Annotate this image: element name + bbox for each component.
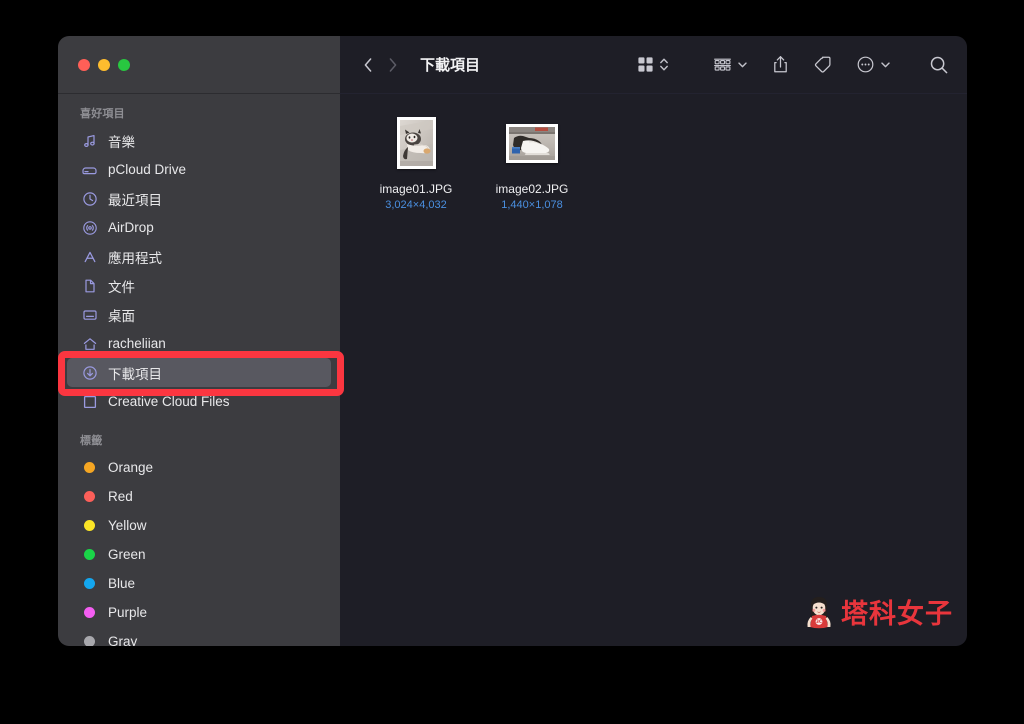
file-dimensions: 1,440×1,078 xyxy=(501,199,563,211)
file-grid[interactable]: image01.JPG 3,024×4,032 image02.JPG 1,44… xyxy=(340,94,967,646)
screenshot-root: 喜好項目 音樂 pCloud Drive 最近項目 AirDrop 應用程式 文… xyxy=(0,0,1024,724)
minimize-window-button[interactable] xyxy=(98,58,110,71)
sidebar-item-recents[interactable]: 最近項目 xyxy=(67,184,331,213)
sidebar-tag-green[interactable]: Green xyxy=(67,540,331,569)
tag-color-dot xyxy=(84,607,95,618)
sidebar-item-label: 音樂 xyxy=(108,134,135,150)
sidebar-tag-label: Red xyxy=(108,489,133,504)
sidebar-item-applications[interactable]: 應用程式 xyxy=(67,242,331,271)
view-mode-control[interactable] xyxy=(637,56,669,73)
sidebar-item-desktop[interactable]: 桌面 xyxy=(67,300,331,329)
thumbnail-wrapper xyxy=(396,112,436,174)
more-actions-control[interactable] xyxy=(856,55,891,74)
sidebar-item-label: 下載項目 xyxy=(108,366,162,382)
tags-section-header: 標籤 xyxy=(80,435,103,447)
cat-photo-thumbnail xyxy=(396,117,436,169)
tag-color-dot xyxy=(84,578,95,589)
file-item[interactable]: image01.JPG 3,024×4,032 xyxy=(358,108,474,212)
desktop-icon xyxy=(80,305,99,324)
cat-photo-image xyxy=(399,120,433,166)
folder-title: 下載項目 xyxy=(420,57,481,74)
watermark-avatar-icon: 3C xyxy=(801,594,837,634)
sidebar-item-label: racheliian xyxy=(108,336,166,351)
sidebar-tag-yellow[interactable]: Yellow xyxy=(67,511,331,540)
sidebar-tag-label: Green xyxy=(108,547,146,562)
sidebar-item-label: Creative Cloud Files xyxy=(108,394,230,409)
external-drive-icon xyxy=(80,160,99,179)
sidebar-scroll-area[interactable]: 喜好項目 音樂 pCloud Drive 最近項目 AirDrop 應用程式 文… xyxy=(58,94,340,646)
file-dimensions: 3,024×4,032 xyxy=(385,199,447,211)
sidebar-tag-gray[interactable]: Gray xyxy=(67,627,331,646)
navigation-arrows xyxy=(362,56,399,74)
sidebar-item-creative-cloud-files[interactable]: Creative Cloud Files xyxy=(67,387,331,416)
forward-button[interactable] xyxy=(386,56,399,74)
group-by-control[interactable] xyxy=(713,56,748,73)
tag-color-dot xyxy=(84,636,95,646)
sidebar-item-label: 桌面 xyxy=(108,308,135,324)
share-icon[interactable] xyxy=(772,55,789,74)
view-stepper-icon[interactable] xyxy=(659,56,669,73)
document-icon xyxy=(80,276,99,295)
airdrop-icon xyxy=(80,218,99,237)
sidebar-tag-label: Purple xyxy=(108,605,148,620)
back-button[interactable] xyxy=(362,56,375,74)
tag-color-dot xyxy=(84,549,95,560)
chevron-down-icon[interactable] xyxy=(880,59,891,70)
tag-color-dot xyxy=(84,520,95,531)
folder-square-icon xyxy=(80,392,99,411)
sidebar-item-music[interactable]: 音樂 xyxy=(67,126,331,155)
shoe-photo-image xyxy=(509,126,555,160)
search-icon[interactable] xyxy=(929,55,949,75)
finder-main-area: 下載項目 image01.JPG 3,024×4,032 image02.JPG… xyxy=(340,36,967,646)
icon-view-icon[interactable] xyxy=(637,56,654,73)
traffic-lights xyxy=(78,58,130,71)
sidebar-tag-label: Gray xyxy=(108,634,138,646)
music-note-icon xyxy=(80,131,99,150)
tag-icon[interactable] xyxy=(813,55,832,74)
downloads-icon xyxy=(80,363,99,382)
home-icon xyxy=(80,334,99,353)
sidebar-item-airdrop[interactable]: AirDrop xyxy=(67,213,331,242)
chevron-down-icon[interactable] xyxy=(737,59,748,70)
file-name: image02.JPG xyxy=(495,182,569,196)
file-item[interactable]: image02.JPG 1,440×1,078 xyxy=(474,108,590,212)
sidebar-tag-label: Blue xyxy=(108,576,136,591)
window-titlebar xyxy=(58,36,340,94)
group-by-icon[interactable] xyxy=(713,56,732,73)
close-window-button[interactable] xyxy=(78,58,90,71)
sidebar-tag-orange[interactable]: Orange xyxy=(67,453,331,482)
file-name: image01.JPG xyxy=(379,182,453,196)
sidebar-tag-red[interactable]: Red xyxy=(67,482,331,511)
sidebar-item-label: 最近項目 xyxy=(108,192,162,208)
finder-window: 喜好項目 音樂 pCloud Drive 最近項目 AirDrop 應用程式 文… xyxy=(58,36,967,646)
favorites-section-header: 喜好項目 xyxy=(80,108,125,120)
sidebar-tag-label: Orange xyxy=(108,460,154,475)
maximize-window-button[interactable] xyxy=(118,58,130,71)
sidebar-item-documents[interactable]: 文件 xyxy=(67,271,331,300)
sidebar-item-label: 文件 xyxy=(108,279,135,295)
applications-icon xyxy=(80,247,99,266)
sidebar-tag-label: Yellow xyxy=(108,518,147,533)
finder-sidebar: 喜好項目 音樂 pCloud Drive 最近項目 AirDrop 應用程式 文… xyxy=(58,36,340,646)
tag-color-dot xyxy=(84,491,95,502)
more-options-icon[interactable] xyxy=(856,55,875,74)
sidebar-item-label: 應用程式 xyxy=(108,250,162,266)
sidebar-item-downloads[interactable]: 下載項目 xyxy=(67,358,331,387)
sidebar-tag-purple[interactable]: Purple xyxy=(67,598,331,627)
svg-text:3C: 3C xyxy=(816,619,822,624)
shoe-photo-thumbnail xyxy=(506,123,558,163)
tag-color-dot xyxy=(84,462,95,473)
watermark: 3C 塔科女子 xyxy=(801,594,953,634)
sidebar-item-pcloud-drive[interactable]: pCloud Drive xyxy=(67,155,331,184)
watermark-text: 塔科女子 xyxy=(841,598,953,630)
sidebar-item-label: pCloud Drive xyxy=(108,162,187,177)
clock-icon xyxy=(80,189,99,208)
finder-toolbar: 下載項目 xyxy=(340,36,967,94)
sidebar-tag-blue[interactable]: Blue xyxy=(67,569,331,598)
sidebar-item-label: AirDrop xyxy=(108,220,154,235)
thumbnail-wrapper xyxy=(506,112,558,174)
sidebar-item-home[interactable]: racheliian xyxy=(67,329,331,358)
